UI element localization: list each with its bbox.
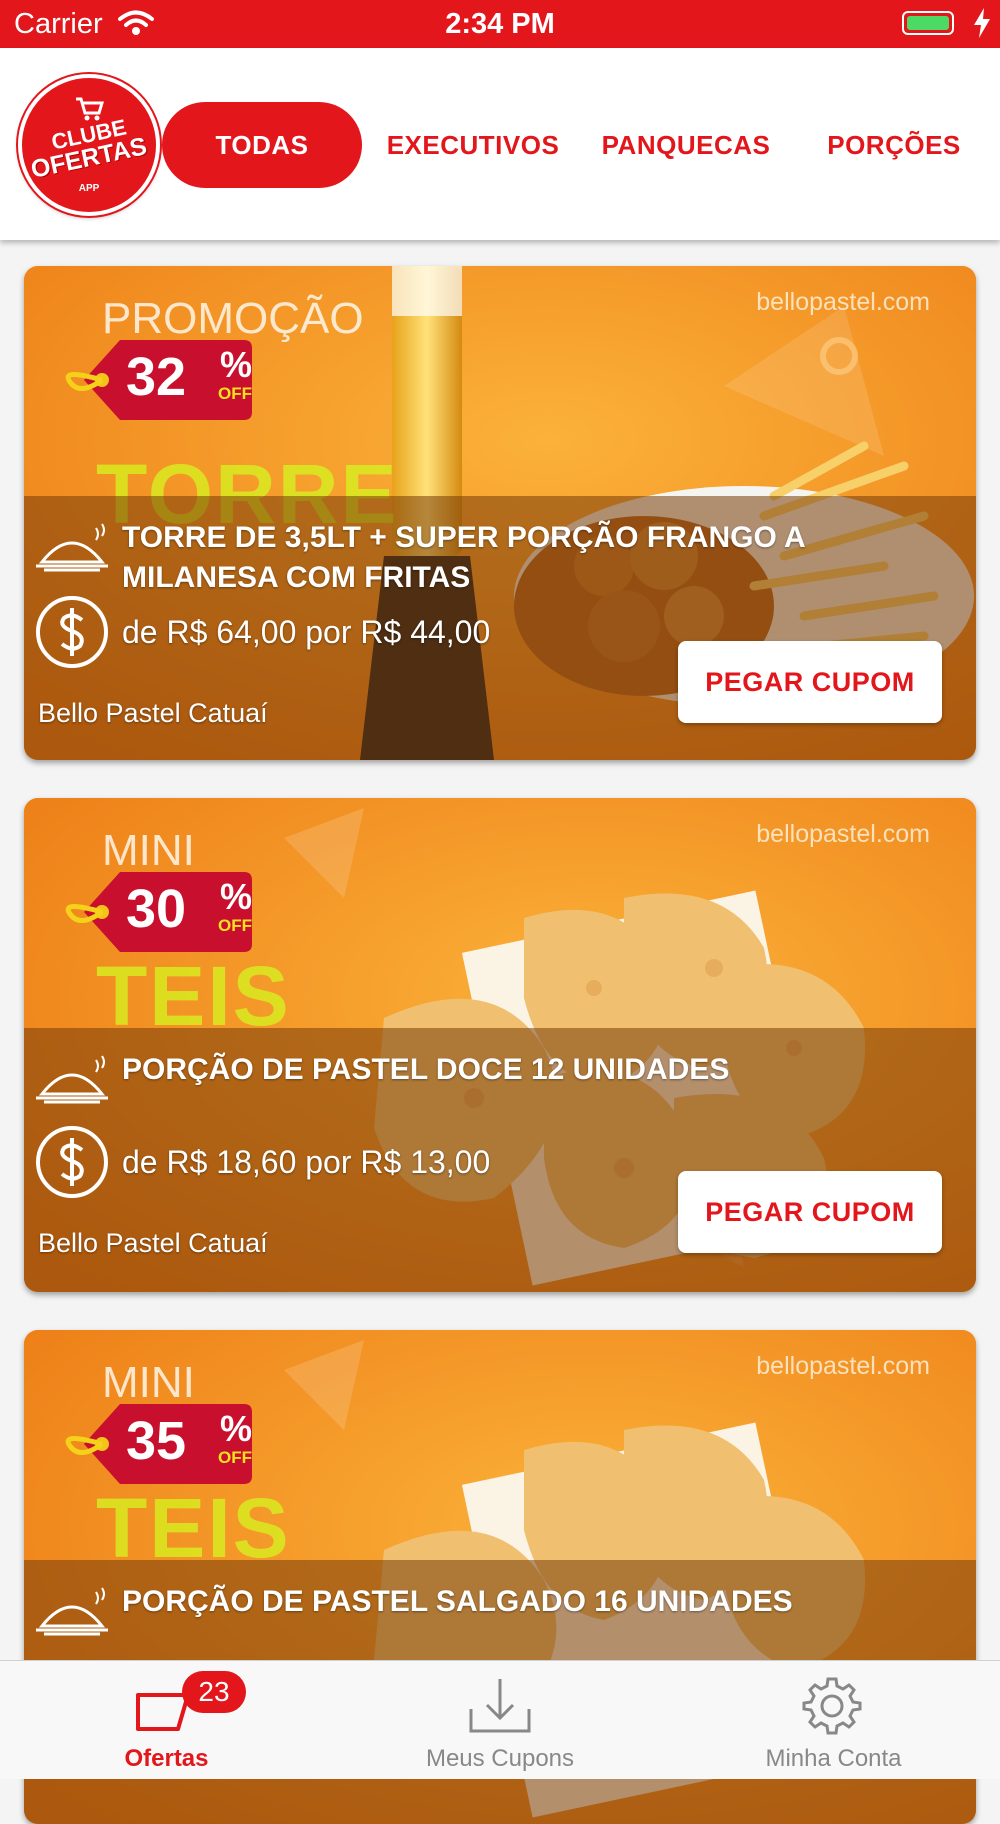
tab-label: Minha Conta bbox=[765, 1745, 902, 1772]
clock: 2:34 PM bbox=[445, 8, 555, 40]
discount-off: OFF bbox=[218, 1448, 252, 1467]
discount-percent: % bbox=[220, 1408, 253, 1449]
tab-panquecas[interactable]: PANQUECAS bbox=[590, 102, 782, 188]
discount-percent: % bbox=[220, 876, 253, 917]
banner-heading: PROMOÇÃO bbox=[102, 294, 364, 343]
tab-label: Meus Cupons bbox=[425, 1745, 575, 1772]
discount-off: OFF bbox=[218, 916, 252, 935]
get-coupon-button[interactable]: PEGAR CUPOM bbox=[678, 1171, 942, 1253]
food-cloche-icon bbox=[36, 1587, 108, 1636]
tab-porcoes[interactable]: PORÇÕES bbox=[800, 102, 988, 188]
tab-meus-cupons[interactable]: Meus Cupons bbox=[333, 1661, 667, 1779]
food-cloche-icon bbox=[36, 523, 108, 572]
tab-ofertas[interactable]: 23 Ofertas bbox=[0, 1661, 333, 1779]
offer-store: Bello Pastel Catuaí bbox=[38, 1228, 268, 1258]
offer-card[interactable]: PROMOÇÃO bellopastel.com TORRE 32 % OFF … bbox=[24, 266, 976, 760]
discount-off: OFF bbox=[218, 384, 252, 403]
discount-percent: % bbox=[220, 344, 253, 385]
bottom-tab-bar: 23 Ofertas Meus Cupons Minha Conta bbox=[0, 1660, 1000, 1779]
discount-tag: 32 % OFF bbox=[64, 338, 254, 422]
tab-minha-conta[interactable]: Minha Conta bbox=[667, 1661, 1000, 1779]
banner-domain: bellopastel.com bbox=[756, 1352, 930, 1380]
dollar-icon bbox=[36, 1126, 108, 1198]
status-bar: Carrier 2:34 PM bbox=[0, 0, 1000, 48]
offers-count-badge: 23 bbox=[182, 1671, 246, 1713]
discount-value: 35 bbox=[126, 1411, 187, 1471]
app-logo: CLUBE OFERTAS APP bbox=[18, 74, 160, 216]
tab-label: Ofertas bbox=[124, 1745, 209, 1772]
discount-value: 32 bbox=[126, 347, 187, 407]
gear-icon bbox=[802, 1677, 862, 1735]
get-coupon-button[interactable]: PEGAR CUPOM bbox=[678, 641, 942, 723]
offer-title: PORÇÃO DE PASTEL SALGADO 16 UNIDADES bbox=[122, 1585, 793, 1618]
logo-text-app: APP bbox=[78, 183, 100, 194]
dollar-icon bbox=[36, 596, 108, 668]
offer-card[interactable]: MINI bellopastel.com TEIS 30 % OFF PORÇÃ… bbox=[24, 798, 976, 1292]
offer-title: TORRE DE 3,5LT + SUPER PORÇÃO FRANGO A M… bbox=[122, 521, 805, 594]
offer-price: de R$ 64,00 por R$ 44,00 bbox=[122, 614, 491, 650]
discount-tag: 35 % OFF bbox=[64, 1402, 254, 1486]
offer-title: PORÇÃO DE PASTEL DOCE 12 UNIDADES bbox=[122, 1053, 730, 1086]
food-cloche-icon bbox=[36, 1055, 108, 1104]
offer-store: Bello Pastel Catuaí bbox=[38, 698, 268, 728]
banner-domain: bellopastel.com bbox=[756, 820, 930, 848]
tab-executivos[interactable]: EXECUTIVOS bbox=[376, 102, 570, 188]
offer-price: de R$ 18,60 por R$ 13,00 bbox=[122, 1144, 491, 1180]
banner-domain: bellopastel.com bbox=[756, 288, 930, 316]
category-header: CLUBE OFERTAS APP TODAS EXECUTIVOS PANQU… bbox=[0, 48, 1000, 240]
tab-todas[interactable]: TODAS bbox=[162, 102, 362, 188]
download-icon bbox=[469, 1679, 531, 1733]
discount-tag: 30 % OFF bbox=[64, 870, 254, 954]
banner-heading: MINI bbox=[102, 1358, 195, 1407]
discount-value: 30 bbox=[126, 879, 187, 939]
cart-icon bbox=[76, 97, 104, 121]
charging-icon bbox=[974, 8, 990, 38]
banner-heading: MINI bbox=[102, 826, 195, 875]
battery-icon bbox=[902, 11, 954, 35]
